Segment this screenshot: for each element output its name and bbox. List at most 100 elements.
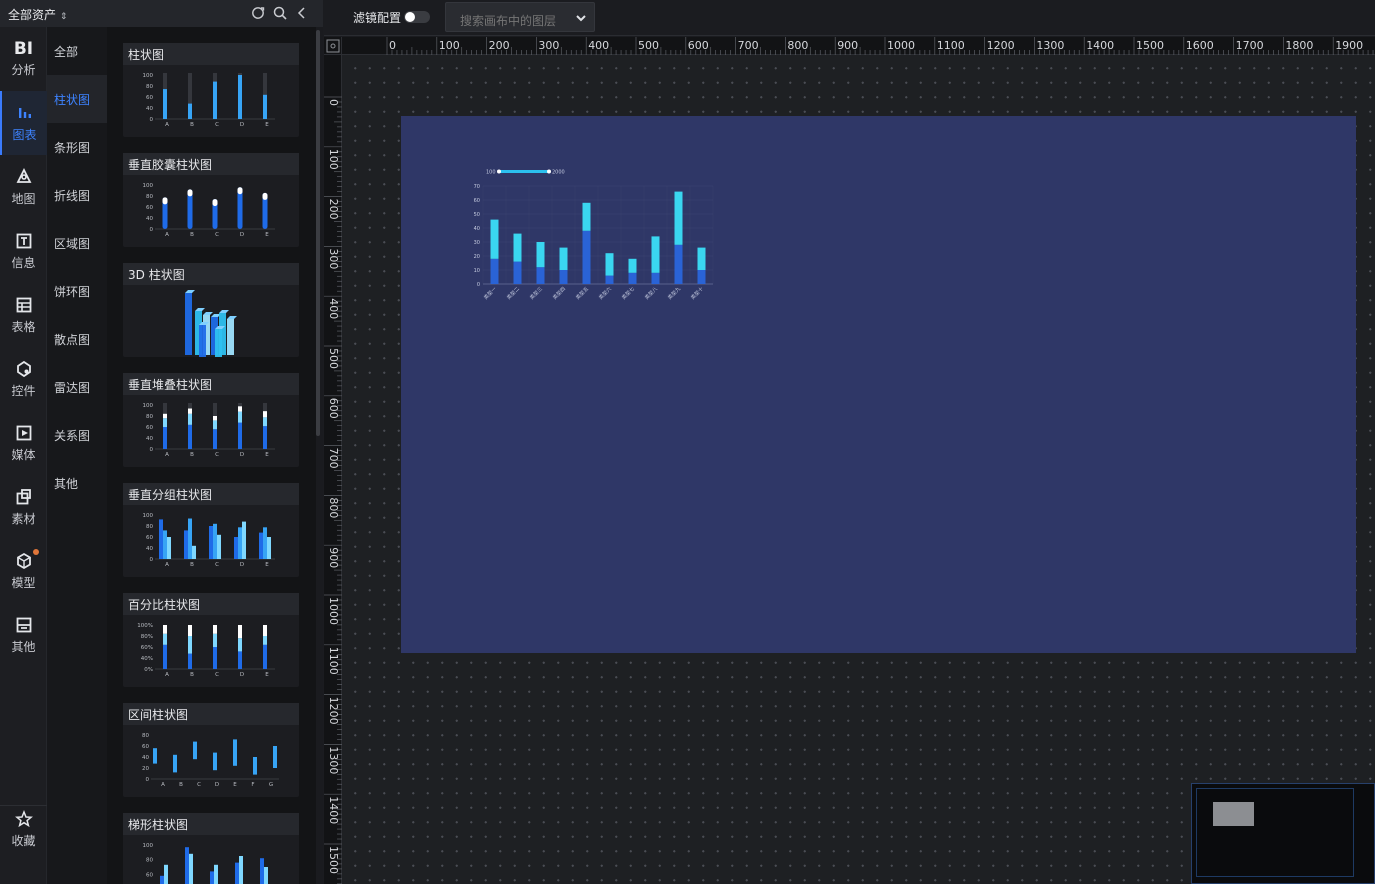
card-x-tick: C — [197, 782, 201, 788]
canvas-grid[interactable]: 100 2000 70 60 50 40 30 20 10 0 类型一 类型二 类型三 类型四 类型五 类型六… — [343, 56, 1375, 884]
minimap-viewport[interactable] — [1196, 788, 1354, 877]
card-x-tick: A — [165, 122, 169, 128]
chart-card[interactable]: 垂直分组柱状图 100 80 60 40 0 A B C D E — [123, 483, 299, 577]
ruler-label: 1500 — [327, 846, 340, 874]
rail-item-5[interactable]: 控件 — [0, 347, 47, 411]
minimap[interactable] — [1191, 783, 1375, 884]
chart-card[interactable]: 垂直堆叠柱状图 100 80 60 40 0 A B C D E — [123, 373, 299, 467]
thumb-3d-bar — [185, 293, 192, 355]
chart-bar-segment[interactable] — [651, 272, 660, 284]
ruler-label: 300 — [327, 248, 340, 269]
rail-item-4[interactable]: 表格 — [0, 283, 47, 347]
thumb-bar-segment — [238, 651, 242, 669]
rail-item-1[interactable]: 图表 — [0, 91, 47, 155]
rail-item-7[interactable]: 素材 — [0, 475, 47, 539]
chart-bar-segment[interactable] — [513, 261, 522, 284]
chart-bar-segment[interactable] — [582, 202, 591, 231]
chart-card[interactable]: 区间柱状图 80 60 40 20 0 A B C D E F G — [123, 703, 299, 797]
chart-bar-segment[interactable] — [582, 230, 591, 284]
ruler-corner[interactable] — [324, 37, 342, 55]
rail-item-2[interactable]: 地图 — [0, 155, 47, 219]
thumb-bar — [209, 526, 213, 559]
category-item[interactable]: 饼环图 — [47, 267, 107, 315]
chart-bar-segment[interactable] — [559, 247, 568, 270]
filter-toggle-knob[interactable] — [405, 12, 415, 22]
text-box-icon — [16, 233, 31, 249]
ruler-label: 1800 — [1285, 39, 1313, 52]
category-item[interactable]: 雷达图 — [47, 363, 107, 411]
chart-bar-segment[interactable] — [490, 258, 499, 284]
category-item[interactable]: 关系图 — [47, 411, 107, 459]
chart-bar-segment[interactable] — [628, 258, 637, 273]
chart-card[interactable]: 垂直胶囊柱状图 100 80 60 40 0 A B C D E — [123, 153, 299, 247]
search-icon[interactable] — [272, 5, 288, 21]
thumb-3d-top — [185, 290, 195, 293]
card-y-tick: 100% — [137, 623, 153, 629]
rail-item-6[interactable]: 媒体 — [0, 411, 47, 475]
card-y-tick: 40 — [146, 436, 153, 442]
ruler-label: 400 — [588, 39, 609, 52]
rail-item-8[interactable]: 模型 — [0, 539, 47, 603]
rail-item-label: 控件 — [11, 384, 36, 398]
ruler-label: 800 — [787, 39, 808, 52]
chevron-down-icon[interactable] — [575, 13, 587, 23]
chart-card[interactable]: 柱状图 100 80 60 40 0 A B C D E — [123, 43, 299, 137]
card-y-tick: 0% — [144, 667, 153, 673]
category-item[interactable]: 折线图 — [47, 171, 107, 219]
screen-canvas[interactable]: 100 2000 70 60 50 40 30 20 10 0 类型一 类型二 类型三 类型四 类型五 类型六… — [401, 116, 1356, 653]
thumb-bar — [185, 847, 189, 884]
card-y-tick: 80 — [146, 524, 153, 530]
bi-logo-icon: BI — [13, 39, 34, 59]
chart-y-tick: 0 — [477, 282, 480, 288]
thumb-bar-cap — [237, 187, 243, 195]
chart-bar-segment[interactable] — [490, 219, 499, 259]
category-item[interactable]: 区域图 — [47, 219, 107, 267]
chart-card[interactable]: 百分比柱状图 100% 80% 60% 40% 0% A B C D E — [123, 593, 299, 687]
rail-item-0[interactable]: BI 分析 — [0, 27, 47, 91]
rail-item-label: 媒体 — [11, 448, 36, 462]
chart-bar-segment[interactable] — [513, 233, 522, 262]
chart-x-tick: 类型一 — [482, 285, 498, 301]
chart-bar-segment[interactable] — [674, 244, 683, 284]
chart-card[interactable]: 梯形柱状图100806040 — [123, 813, 299, 884]
collapse-panel-icon[interactable] — [294, 5, 310, 21]
chart-bar-segment[interactable] — [605, 253, 614, 276]
app: 全部资产 ⇕ BI 分析 图表 地图 信息 表格控件媒体素材 模型 其他收藏 全部 柱状图 条形图… — [0, 0, 1375, 884]
chart-card-title: 垂直分组柱状图 — [123, 483, 299, 505]
rail-item-label: 收藏 — [11, 834, 36, 848]
category-item[interactable]: 其他 — [47, 459, 107, 507]
rail-item-10[interactable]: 收藏 — [0, 797, 47, 861]
card-list-scrollbar[interactable] — [316, 30, 320, 436]
slider-handle-end[interactable] — [547, 169, 551, 174]
chart-bar-segment[interactable] — [628, 272, 637, 284]
chart-bar-segment[interactable] — [536, 242, 545, 268]
card-y-tick: 80 — [146, 194, 153, 200]
thumb-bar-segment — [263, 636, 267, 645]
refresh-icon[interactable] — [250, 5, 266, 21]
category-item[interactable]: 全部 — [47, 27, 107, 75]
chart-bar-segment[interactable] — [651, 236, 660, 273]
rail-item-3[interactable]: 信息 — [0, 219, 47, 283]
chart-bar-segment[interactable] — [605, 275, 614, 284]
bar-chart-widget[interactable]: 100 2000706050403020100类型一 类型二 类型三 类型四 类型五 类型六… — [471, 164, 731, 324]
chart-bar-segment[interactable] — [536, 267, 545, 284]
rail-item-9[interactable]: 其他 — [0, 603, 47, 667]
chart-bar-segment[interactable] — [674, 191, 683, 245]
vertical-ruler: 0 100 200 300 400 500 600 700 800 900 1000 1100 1200… — [324, 55, 342, 884]
thumb-bar — [213, 81, 217, 119]
slider-handle-start[interactable] — [497, 169, 501, 174]
category-item[interactable]: 柱状图 — [47, 75, 107, 123]
chart-bar-segment[interactable] — [697, 247, 706, 270]
ruler-label: 900 — [837, 39, 858, 52]
category-item[interactable]: 条形图 — [47, 123, 107, 171]
card-y-tick: 60 — [146, 425, 153, 431]
category-item[interactable]: 散点图 — [47, 315, 107, 363]
chart-range-slider[interactable] — [499, 170, 549, 173]
chart-bar-segment[interactable] — [559, 270, 568, 284]
chart-y-tick: 50 — [474, 212, 480, 218]
card-y-tick: 80% — [141, 634, 153, 640]
chart-bar-segment[interactable] — [697, 270, 706, 284]
assets-scope-select[interactable]: 全部资产 ⇕ — [8, 6, 67, 23]
chart-card[interactable]: 3D 柱状图 — [123, 263, 299, 357]
layer-search-input[interactable] — [445, 2, 595, 32]
